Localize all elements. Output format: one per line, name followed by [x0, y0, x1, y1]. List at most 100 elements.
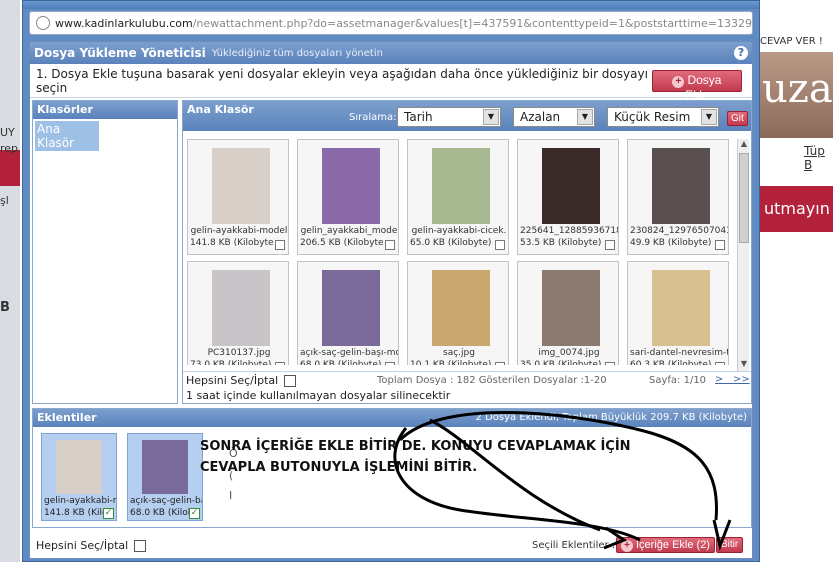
file-checkbox[interactable] [275, 362, 285, 365]
scroll-thumb[interactable] [739, 153, 749, 243]
current-folder-title: Ana Klasör [187, 103, 254, 116]
order-select[interactable]: Azalan ▼ [513, 107, 595, 127]
attachment-name: açık-saç-gelin-başı [130, 496, 202, 506]
file-checkbox[interactable] [605, 362, 615, 365]
file-name: gelin_ayakkabi_mode [300, 226, 398, 236]
file-name: 230824_129765070432! [630, 226, 728, 236]
file-size: 141.8 KB (Kilobyte) [190, 238, 274, 248]
file-stats: Toplam Dosya : 182 Gösterilen Dosyalar :… [377, 375, 607, 386]
file-browser: Ana Klasör Sıralama: Tarih ▼ Azalan ▼ Küçü… [182, 100, 752, 404]
insert-into-content-button[interactable]: + İçeriğe Ekle (2) [616, 537, 715, 553]
file-browser-footer: Hepsini Seç/İptal Toplam Dosya : 182 Gös… [183, 371, 751, 403]
plus-icon: + [621, 540, 633, 552]
selected-attachments-label: Seçili Eklentiler : [532, 540, 616, 551]
last-page-link[interactable]: >> [733, 374, 750, 385]
select-all-attachments[interactable]: Hepsini Seç/İptal [36, 539, 147, 552]
pagination-links[interactable]: > >> [715, 374, 750, 385]
file-tile[interactable]: 225641_128859367189: 53.5 KB (Kilobyte) [517, 139, 619, 255]
reply-link[interactable]: CEVAP VER ! [760, 36, 823, 47]
site-banner: uzas [758, 52, 833, 138]
file-thumbnail[interactable] [652, 148, 710, 224]
scroll-down-icon[interactable]: ▼ [738, 359, 750, 371]
finish-button[interactable]: Bitir [716, 537, 744, 553]
view-value: Küçük Resim [614, 110, 691, 124]
annotation-line: CEVAPLA BUTONUYLA İŞLEMİNİ BİTİR. [200, 460, 478, 475]
file-thumbnail[interactable] [652, 270, 710, 346]
attachment-thumbnail[interactable] [142, 440, 188, 494]
folders-panel: Klasörler Ana Klasör [32, 100, 178, 404]
checkmark-icon[interactable]: ✓ [103, 508, 114, 519]
file-tile[interactable]: img_0074.jpg 35.0 KB (Kilobyte) [517, 261, 619, 365]
red-notice-banner: utmayın ! [758, 186, 833, 232]
file-tile[interactable]: sari-dantel-nevresim-t 60.3 KB (Kilobyte) [627, 261, 729, 365]
next-page-link[interactable]: > [715, 374, 723, 385]
select-all-files[interactable]: Hepsini Seç/İptal [186, 374, 297, 387]
annotation-line: SONRA İÇERİĞE EKLE BİTİR DE. KONUYU CEVA… [200, 439, 631, 454]
file-name: img_0074.jpg [538, 348, 600, 358]
attachment-size: 68.0 KB (Kilobyte) [130, 508, 190, 518]
sort-select[interactable]: Tarih ▼ [397, 107, 501, 127]
add-file-button[interactable]: + Dosya Ekle [651, 69, 742, 102]
scroll-up-icon[interactable]: ▲ [738, 139, 750, 151]
globe-icon [36, 16, 50, 30]
file-checkbox[interactable] [715, 240, 725, 250]
chevron-down-icon: ▼ [483, 109, 499, 125]
attachments-title: Eklentiler [37, 411, 97, 424]
file-checkbox[interactable] [495, 240, 505, 250]
file-size: 35.0 KB (Kilobyte) [520, 360, 602, 365]
address-bar[interactable]: www.kadinlarkulubu.com/newattachment.php… [29, 11, 753, 35]
file-thumbnail[interactable] [542, 148, 600, 224]
background-link[interactable]: Tüp B [804, 144, 833, 172]
file-checkbox[interactable] [715, 362, 725, 365]
asset-manager: Dosya Yükleme Yöneticisi Yüklediğiniz tü… [29, 41, 753, 559]
handwritten-annotation: SONRA İÇERİĞE EKLE BİTİR DE. KONUYU CEVA… [200, 436, 631, 478]
manager-title: Dosya Yükleme Yöneticisi [34, 46, 206, 60]
file-grid: gelin-ayakkabi-model 141.8 KB (Kilobyte) g… [187, 139, 737, 365]
chevron-down-icon: ▼ [701, 109, 717, 125]
file-tile[interactable]: gelin-ayakkabi-cicek. 65.0 KB (Kilobyte) [407, 139, 509, 255]
attachment-tile[interactable]: açık-saç-gelin-başı 68.0 KB (Kilobyte)✓ [127, 433, 203, 521]
attachments-footer: Hepsini Seç/İptal Seçili Eklentiler : + İ… [32, 536, 752, 556]
file-tile[interactable]: 230824_129765070432! 49.9 KB (Kilobyte) [627, 139, 729, 255]
file-name: 225641_128859367189: [520, 226, 618, 236]
folders-header: Klasörler [33, 101, 177, 119]
file-thumbnail[interactable] [322, 270, 380, 346]
folder-item-ana[interactable]: Ana Klasör [35, 121, 99, 151]
plus-icon: + [672, 75, 685, 88]
view-select[interactable]: Küçük Resim ▼ [607, 107, 719, 127]
file-tile[interactable]: saç.jpg 10.1 KB (Kilobyte) [407, 261, 509, 365]
file-thumbnail[interactable] [432, 148, 490, 224]
file-checkbox[interactable] [275, 240, 285, 250]
instruction-text: 1. Dosya Ekle tuşuna basarak yeni dosyal… [36, 66, 648, 95]
file-thumbnail[interactable] [322, 148, 380, 224]
file-tile[interactable]: gelin_ayakkabi_mode 206.5 KB (Kilobyte) [297, 139, 399, 255]
file-name: gelin-ayakkabi-model [190, 226, 288, 236]
file-name: PC310137.jpg [207, 348, 271, 358]
file-checkbox[interactable] [385, 240, 395, 250]
file-thumbnail[interactable] [432, 270, 490, 346]
attachment-thumbnail[interactable] [56, 440, 102, 494]
page-indicator: Sayfa: 1/10 [649, 375, 707, 386]
file-tile[interactable]: açık-saç-gelin-başı-mo 68.0 KB (Kilobyte) [297, 261, 399, 365]
file-tile[interactable]: gelin-ayakkabi-model 141.8 KB (Kilobyte) [187, 139, 289, 255]
file-checkbox[interactable] [495, 362, 505, 365]
sort-label: Sıralama: [349, 112, 397, 123]
select-all-checkbox[interactable] [134, 540, 147, 552]
go-button[interactable]: Git [727, 111, 748, 126]
file-browser-header: Ana Klasör Sıralama: Tarih ▼ Azalan ▼ Küçü… [183, 101, 751, 131]
file-tile[interactable]: PC310137.jpg 73.0 KB (Kilobyte) [187, 261, 289, 365]
file-name: gelin-ayakkabi-cicek. [411, 226, 507, 236]
attachments-header: Eklentiler 2 Dosya Eklendi, Toplam Büyük… [33, 409, 751, 427]
file-grid-scrollbar[interactable]: ▲ ▼ [737, 139, 749, 371]
file-checkbox[interactable] [605, 240, 615, 250]
file-thumbnail[interactable] [542, 270, 600, 346]
file-thumbnail[interactable] [212, 270, 270, 346]
attachment-tile[interactable]: gelin-ayakkabi-model 141.8 KB (Kilobyte)✓ [41, 433, 117, 521]
select-all-checkbox[interactable] [284, 375, 297, 387]
checkmark-icon[interactable]: ✓ [189, 508, 200, 519]
manager-header: Dosya Yükleme Yöneticisi Yüklediğiniz tü… [30, 42, 752, 64]
file-thumbnail[interactable] [212, 148, 270, 224]
window-titlebar [23, 1, 759, 9]
file-checkbox[interactable] [385, 362, 395, 365]
help-icon[interactable]: ? [734, 46, 748, 60]
